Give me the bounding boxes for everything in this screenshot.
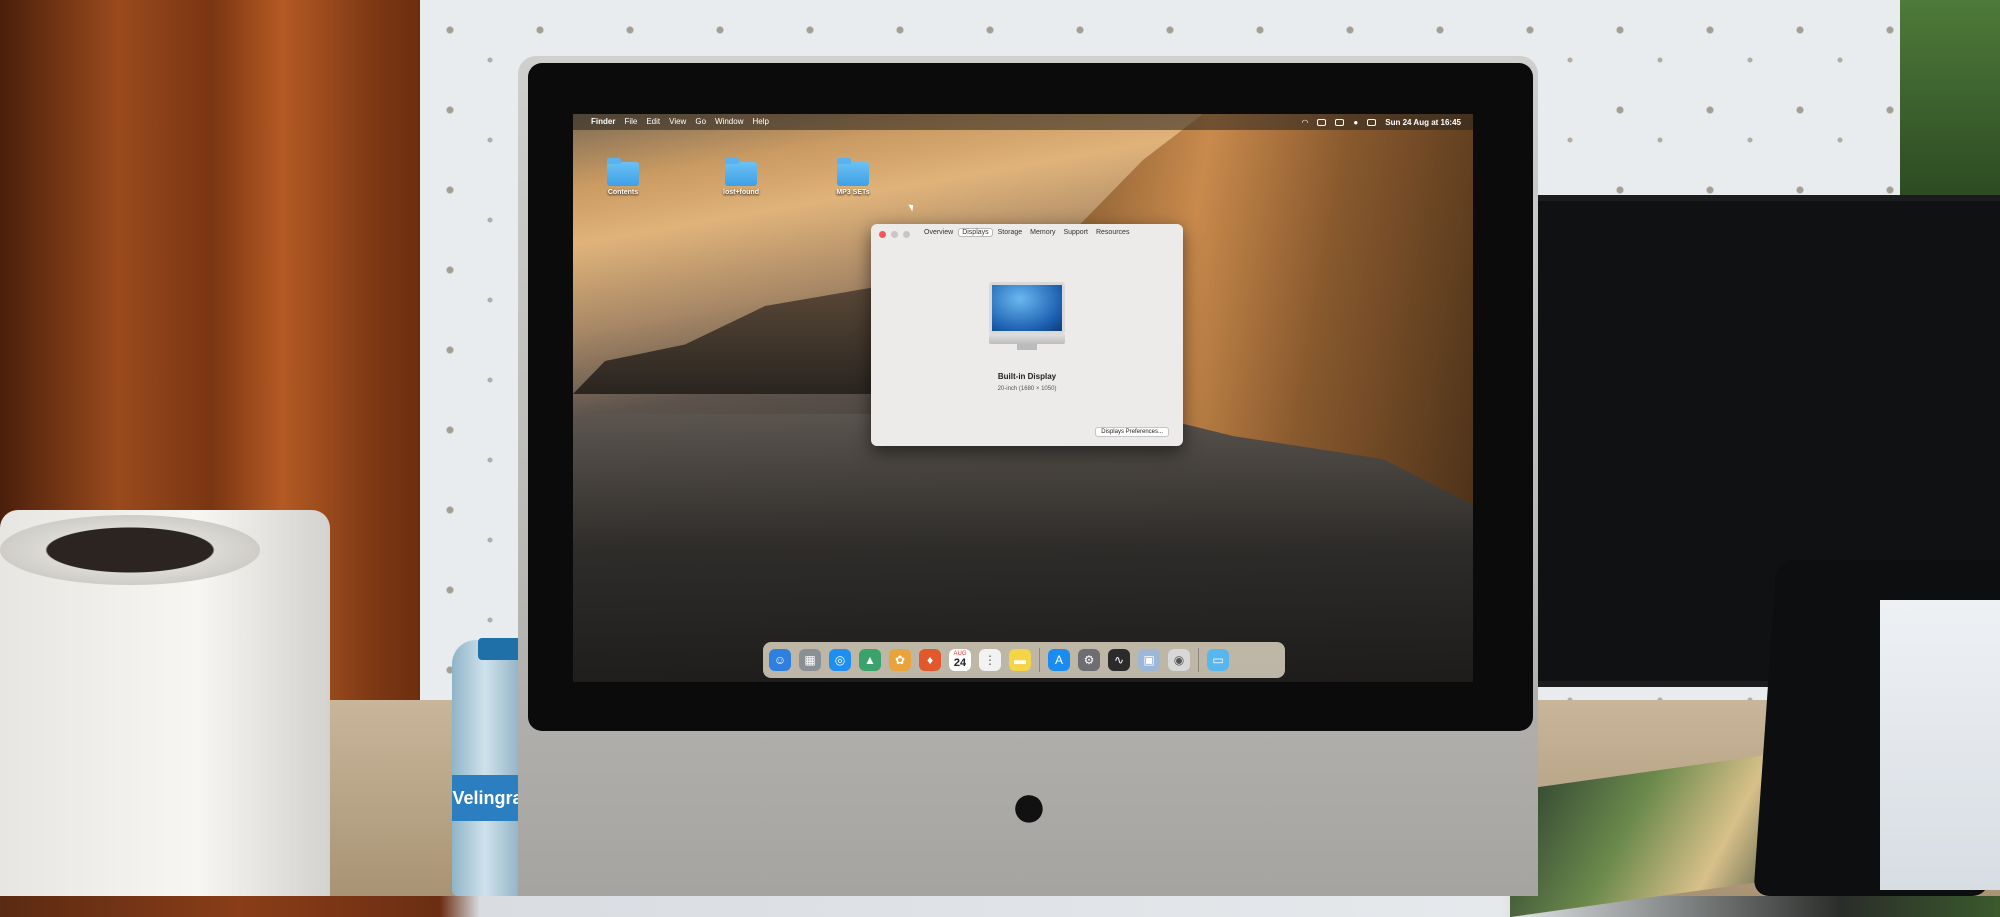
- air-purifier-top: [0, 515, 260, 585]
- preview-icon[interactable]: ▣: [1138, 649, 1160, 671]
- activity-monitor-icon[interactable]: ∿: [1108, 649, 1130, 671]
- reminders-icon[interactable]: ⋮: [979, 649, 1001, 671]
- wifi-icon[interactable]: ◠: [1301, 118, 1308, 127]
- zoom-window-button[interactable]: [903, 230, 910, 238]
- desktop-icon-label: lost+found: [723, 189, 759, 196]
- menu-view[interactable]: View: [669, 114, 686, 130]
- disk-utility-icon[interactable]: ◉: [1168, 649, 1190, 671]
- menu-window[interactable]: Window: [715, 114, 743, 130]
- display-name: Built-in Display: [997, 372, 1057, 381]
- tab-memory[interactable]: Memory: [1027, 228, 1058, 237]
- calendar-icon[interactable]: AUG 24: [949, 649, 971, 671]
- minimize-window-button[interactable]: [891, 230, 898, 238]
- tablet-screen: [1880, 600, 2000, 890]
- menu-bar: Finder File Edit View Go Window Help ◠ ●…: [573, 114, 1473, 130]
- system-preferences-icon[interactable]: ⚙: [1078, 649, 1100, 671]
- display-spec: 20-inch (1680 × 1050): [997, 386, 1057, 392]
- display-icon[interactable]: [1335, 118, 1345, 126]
- folder-icon: [607, 158, 639, 186]
- folder-icon: [725, 158, 757, 186]
- altstore-icon[interactable]: ▲: [859, 649, 881, 671]
- dock: ☺ ▦ ◎ ▲ ✿ ♦ AUG 24 ⋮ ▬ A ⚙ ∿ ▣ ◉ ▭: [763, 642, 1285, 678]
- window-view: [1900, 0, 2000, 200]
- imac-display-icon: [989, 282, 1065, 334]
- tab-storage[interactable]: Storage: [995, 228, 1026, 237]
- tab-bar: Overview Displays Storage Memory Support…: [921, 228, 1132, 237]
- imac-display-icon-stand: [1017, 344, 1037, 350]
- desktop-icon-contents[interactable]: Contents: [588, 158, 658, 196]
- user-icon[interactable]: ●: [1353, 118, 1358, 127]
- apple-logo-icon: ●: [1009, 769, 1049, 841]
- menu-help[interactable]: Help: [752, 114, 768, 130]
- app-store-icon[interactable]: A: [1048, 649, 1070, 671]
- bottle-cap: [478, 638, 522, 660]
- desktop-screen: Finder File Edit View Go Window Help ◠ ●…: [573, 114, 1473, 682]
- tab-resources[interactable]: Resources: [1093, 228, 1132, 237]
- menu-datetime[interactable]: Sun 24 Aug at 16:45: [1385, 118, 1461, 127]
- photos-icon[interactable]: ✿: [889, 649, 911, 671]
- finder-icon[interactable]: ☺: [769, 649, 791, 671]
- close-window-button[interactable]: [879, 230, 886, 238]
- displays-preferences-button[interactable]: Displays Preferences...: [1095, 427, 1169, 437]
- desktop-icon-lost-found[interactable]: lost+found: [706, 158, 776, 196]
- brave-icon[interactable]: ♦: [919, 649, 941, 671]
- dock-separator: [1039, 648, 1040, 672]
- tab-support[interactable]: Support: [1060, 228, 1091, 237]
- wallpaper-mountain: [573, 284, 893, 394]
- about-this-mac-window: Overview Displays Storage Memory Support…: [871, 224, 1183, 446]
- menu-app-name[interactable]: Finder: [591, 114, 615, 130]
- tab-displays[interactable]: Displays: [958, 228, 993, 237]
- mouse-cursor-icon: [908, 202, 916, 212]
- menu-file[interactable]: File: [624, 114, 637, 130]
- folder-icon: [837, 158, 869, 186]
- desktop-icon-mp3-sets[interactable]: MP3 SETs: [818, 158, 888, 196]
- safari-icon[interactable]: ◎: [829, 649, 851, 671]
- input-icon[interactable]: [1317, 118, 1327, 126]
- calendar-day: 24: [953, 657, 967, 669]
- desktop-icon-label: MP3 SETs: [836, 189, 870, 196]
- launchpad-icon[interactable]: ▦: [799, 649, 821, 671]
- imac-display-icon-chin: [989, 334, 1065, 344]
- menu-go[interactable]: Go: [695, 114, 706, 130]
- notes-icon[interactable]: ▬: [1009, 649, 1031, 671]
- menu-edit[interactable]: Edit: [646, 114, 660, 130]
- desktop-icon-label: Contents: [607, 189, 639, 196]
- tab-overview[interactable]: Overview: [921, 228, 956, 237]
- dock-separator: [1198, 648, 1199, 672]
- control-center-icon[interactable]: [1367, 118, 1377, 126]
- downloads-folder-icon[interactable]: ▭: [1207, 649, 1229, 671]
- window-titlebar: Overview Displays Storage Memory Support…: [871, 224, 1183, 244]
